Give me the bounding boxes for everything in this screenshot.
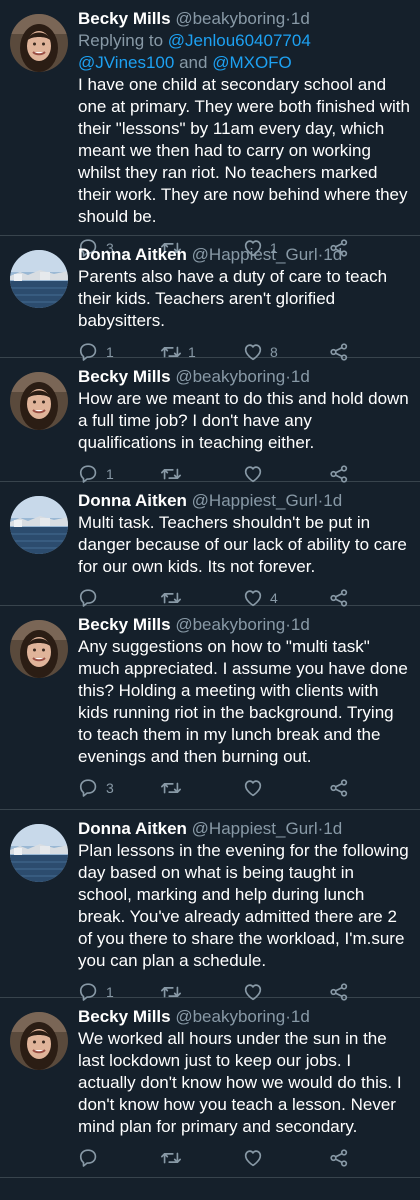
heart-icon: [242, 777, 270, 799]
tweet-header: Donna Aitken @Happiest_Gurl·1d: [78, 818, 410, 840]
author-name[interactable]: Becky Mills: [78, 1007, 171, 1026]
heart-icon: [242, 1147, 270, 1169]
share-button[interactable]: [328, 777, 356, 799]
tweet-header: Becky Mills @beakyboring·1d: [78, 614, 410, 636]
author-name[interactable]: Donna Aitken: [78, 245, 187, 264]
avatar[interactable]: [10, 496, 68, 554]
author-handle[interactable]: @beakyboring: [175, 9, 285, 28]
avatar[interactable]: [10, 620, 68, 678]
timestamp[interactable]: 1d: [323, 245, 342, 264]
retweet-icon: [160, 777, 188, 799]
tweet[interactable]: Becky Mills @beakyboring·1d How are we me…: [0, 358, 420, 483]
timestamp[interactable]: 1d: [323, 491, 342, 510]
reply-icon: [78, 1147, 106, 1169]
mention-link[interactable]: @MXOFO: [212, 53, 292, 72]
reply-button[interactable]: [78, 1147, 160, 1169]
retweet-button[interactable]: [160, 777, 242, 799]
tweet[interactable]: Becky Mills @beakyboring·1d We worked all…: [0, 998, 420, 1178]
author-name[interactable]: Becky Mills: [78, 615, 171, 634]
avatar[interactable]: [10, 824, 68, 882]
tweet-actions: 3: [78, 768, 410, 808]
avatar[interactable]: [10, 14, 68, 72]
timestamp[interactable]: 1d: [291, 367, 310, 386]
tweet-text: I have one child at secondary school and…: [78, 75, 410, 226]
avatar[interactable]: [10, 372, 68, 430]
reply-icon: [78, 777, 106, 799]
tweet-header: Becky Mills @beakyboring·1d: [78, 1006, 410, 1028]
tweet-header: Donna Aitken @Happiest_Gurl·1d: [78, 490, 410, 512]
tweet[interactable]: Donna Aitken @Happiest_Gurl·1d Parents al…: [0, 236, 420, 361]
tweet[interactable]: Becky Mills @beakyboring·1d Any suggestio…: [0, 606, 420, 810]
timestamp[interactable]: 1d: [323, 819, 342, 838]
conversation-thread: Becky Mills @beakyboring·1d Replying to @…: [0, 0, 420, 1178]
author-handle[interactable]: @beakyboring: [175, 367, 285, 386]
mention-link[interactable]: @JVines100: [78, 53, 174, 72]
author-handle[interactable]: @Happiest_Gurl: [192, 245, 318, 264]
share-button[interactable]: [328, 1147, 356, 1169]
like-button[interactable]: [242, 1147, 324, 1169]
author-handle[interactable]: @Happiest_Gurl: [192, 819, 318, 838]
like-count: 4: [270, 590, 278, 606]
author-name[interactable]: Becky Mills: [78, 9, 171, 28]
retweet-button[interactable]: [160, 1147, 242, 1169]
replying-to-and: and: [179, 53, 208, 72]
author-handle[interactable]: @beakyboring: [175, 1007, 285, 1026]
timestamp[interactable]: 1d: [291, 615, 310, 634]
author-handle[interactable]: @Happiest_Gurl: [192, 491, 318, 510]
timestamp[interactable]: 1d: [291, 9, 310, 28]
tweet-text: Multi task. Teachers shouldn't be put in…: [78, 513, 407, 576]
timestamp[interactable]: 1d: [291, 1007, 310, 1026]
tweet-text: We worked all hours under the sun in the…: [78, 1029, 402, 1136]
tweet[interactable]: Becky Mills @beakyboring·1d Replying to @…: [0, 0, 420, 257]
author-name[interactable]: Becky Mills: [78, 367, 171, 386]
share-icon: [328, 1147, 356, 1169]
reply-count: 3: [106, 780, 114, 796]
tweet-text: How are we meant to do this and hold dow…: [78, 389, 409, 452]
tweet[interactable]: Donna Aitken @Happiest_Gurl·1d Multi task…: [0, 482, 420, 607]
author-handle[interactable]: @beakyboring: [175, 615, 285, 634]
tweet-text: Plan lessons in the evening for the foll…: [78, 841, 409, 970]
retweet-icon: [160, 1147, 188, 1169]
author-name[interactable]: Donna Aitken: [78, 819, 187, 838]
tweet-header: Becky Mills @beakyboring·1d: [78, 366, 410, 388]
reply-button[interactable]: 3: [78, 777, 160, 799]
author-name[interactable]: Donna Aitken: [78, 491, 187, 510]
replying-to: Replying to @Jenlou60407704 @JVines100 a…: [78, 30, 410, 74]
tweet-text: Any suggestions on how to "multi task" m…: [78, 637, 408, 766]
tweet-header: Donna Aitken @Happiest_Gurl·1d: [78, 244, 410, 266]
share-icon: [328, 777, 356, 799]
tweet-actions: [78, 1138, 410, 1178]
reply-count: 1: [106, 466, 114, 482]
mention-link[interactable]: @Jenlou60407704: [168, 31, 311, 50]
avatar[interactable]: [10, 1012, 68, 1070]
tweet[interactable]: Donna Aitken @Happiest_Gurl·1d Plan lesso…: [0, 810, 420, 1001]
like-button[interactable]: [242, 777, 324, 799]
avatar[interactable]: [10, 250, 68, 308]
tweet-header: Becky Mills @beakyboring·1d: [78, 8, 410, 30]
tweet-text: Parents also have a duty of care to teac…: [78, 267, 388, 330]
replying-to-label: Replying to: [78, 31, 164, 50]
